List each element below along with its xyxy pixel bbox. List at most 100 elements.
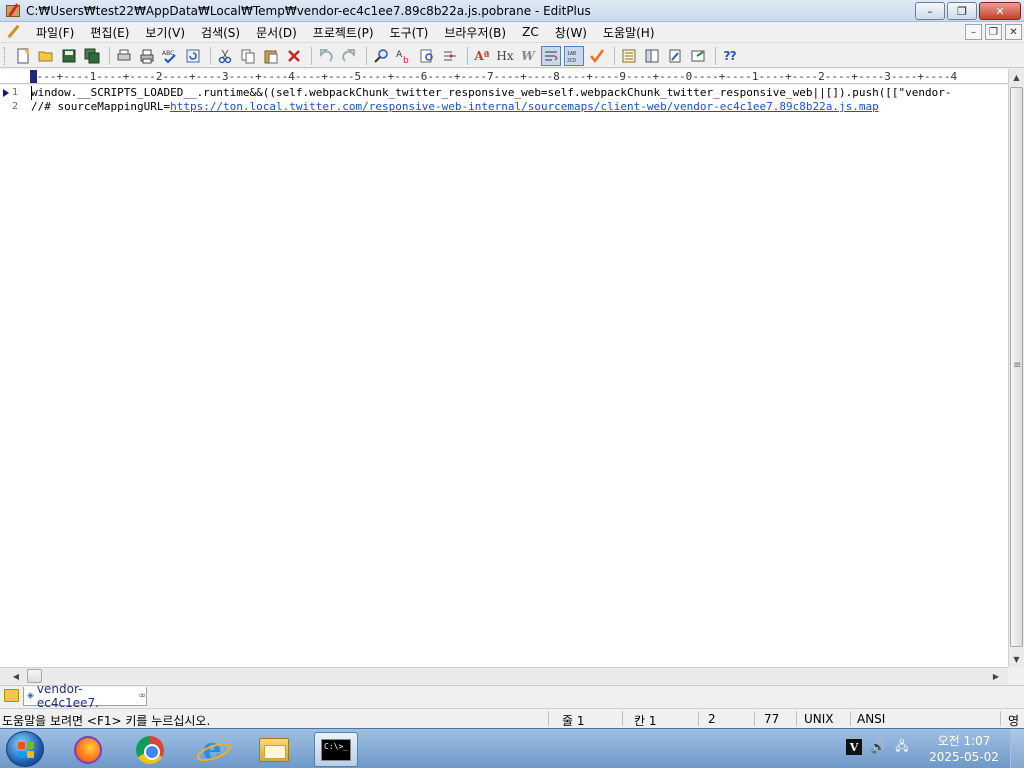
restore-button[interactable]: ❐ [947,2,977,20]
scroll-down-arrow-icon[interactable]: ▼ [1009,651,1024,667]
check-icon[interactable] [587,46,607,66]
menu-file[interactable]: 파일(F) [28,24,82,41]
taskbar-internet-explorer[interactable]: e [190,732,234,767]
save-all-icon[interactable] [82,46,102,66]
menu-document[interactable]: 문서(D) [248,24,305,41]
status-help-text: 도움말을 보려면 <F1> 키를 누르십시오. [2,714,211,728]
save-icon[interactable] [59,46,79,66]
scroll-left-arrow-icon[interactable]: ◀ [8,668,24,684]
minimize-button[interactable]: – [915,2,945,20]
status-column: 칸 1 [634,714,657,728]
status-encoding[interactable]: ANSI [857,712,885,726]
start-button[interactable] [6,731,44,767]
v3-antivirus-icon[interactable]: V [846,739,862,755]
new-file-icon[interactable] [13,46,33,66]
cliptext-icon[interactable] [665,46,685,66]
horizontal-scroll-thumb[interactable] [27,669,42,683]
scrollbar-corner [1008,667,1024,684]
scroll-right-arrow-icon[interactable]: ▶ [988,668,1004,684]
status-divider [796,711,797,726]
word-wrap-icon[interactable]: W [518,46,538,66]
find-in-files-icon[interactable] [417,46,437,66]
volume-icon[interactable]: 🔊 [870,739,886,755]
document-system-menu-icon[interactable] [6,24,22,40]
document-close-button[interactable]: ✕ [1005,24,1022,40]
print-preview-icon[interactable] [114,46,134,66]
copy-icon[interactable] [238,46,258,66]
line-wrap-icon[interactable] [541,45,561,66]
undo-icon[interactable] [316,46,336,66]
redo-icon[interactable] [339,46,359,66]
html-tag-icon[interactable]: Hx [495,46,515,66]
window-title: C:₩Users₩test22₩AppData₩Local₩Temp₩vendo… [26,3,591,18]
font-icon[interactable]: Aª [472,46,492,66]
context-help-icon[interactable]: ⁇ [720,46,740,66]
status-divider [754,711,755,726]
menu-browser[interactable]: 브라우저(B) [436,24,514,41]
menu-search[interactable]: 검색(S) [193,24,248,41]
print-icon[interactable] [137,46,157,66]
toolbar-grip[interactable] [4,46,7,65]
cut-icon[interactable] [215,46,235,66]
line-text[interactable]: //# sourceMappingURL=https://ton.local.t… [31,100,879,114]
menu-zc[interactable]: ZC [514,25,547,39]
editplus-app-icon[interactable] [4,3,20,19]
command-prompt-icon: C:\>_ [321,738,351,761]
text-editor[interactable]: 1 window.__SCRIPTS_LOADED__.runtime&&((s… [0,85,1008,667]
taskbar-clock[interactable]: 오전 1:07 2025-05-02 [926,733,1002,765]
delete-icon[interactable] [284,46,304,66]
sourcemap-url-link[interactable]: https://ton.local.twitter.com/responsive… [170,100,879,113]
line-number-gutter[interactable] [0,85,28,667]
status-line-ending[interactable]: UNIX [804,712,834,726]
vertical-scroll-thumb[interactable] [1010,87,1023,647]
folder-icon[interactable] [4,689,19,702]
toolbar-separator [366,46,367,65]
document-minimize-button[interactable]: – [965,24,982,40]
toolbar-separator [614,46,615,65]
window-controls: – ❐ ✕ [915,2,1021,20]
network-icon[interactable]: 🖧 [894,739,910,755]
menu-window[interactable]: 창(W) [547,24,595,41]
show-desktop-button[interactable] [1010,729,1024,768]
menu-view[interactable]: 보기(V) [137,24,193,41]
taskbar-chrome[interactable] [128,732,172,767]
goto-icon[interactable] [440,46,460,66]
status-divider [548,711,549,726]
line-text[interactable]: window.__SCRIPTS_LOADED__.runtime&&((sel… [31,86,952,100]
column-ruler: ----+----1----+----2----+----3----+----4… [0,69,1024,84]
editor-line[interactable]: 1 window.__SCRIPTS_LOADED__.runtime&&((s… [0,86,1008,100]
menu-tools[interactable]: 도구(T) [382,24,437,41]
status-line: 줄 1 [562,714,585,728]
status-file-size: 77 [764,712,780,726]
horizontal-scrollbar[interactable]: ◀ ▶ [0,667,1008,684]
vertical-scrollbar[interactable]: ▲ ▼ [1008,69,1024,667]
output-window-icon[interactable] [642,46,662,66]
paste-icon[interactable] [261,46,281,66]
tab-close-icon[interactable]: ∞ [139,691,147,701]
document-tab-label: vendor-ec4c1ee7. [36,682,99,710]
menu-help[interactable]: 도움말(H) [595,24,663,41]
document-restore-button[interactable]: ❐ [985,24,1002,40]
menu-edit[interactable]: 편집(E) [82,24,137,41]
editor-line[interactable]: 2 //# sourceMappingURL=https://ton.local… [0,100,1008,114]
window-list-icon[interactable] [619,46,639,66]
taskbar-firefox[interactable] [66,732,110,767]
document-tab[interactable]: ◈ vendor-ec4c1ee7. ∞ [23,682,147,710]
status-divider [850,711,851,726]
open-icon[interactable] [36,46,56,66]
scroll-up-arrow-icon[interactable]: ▲ [1009,69,1024,85]
menu-project[interactable]: 프로젝트(P) [305,24,382,41]
close-button[interactable]: ✕ [979,2,1021,20]
find-icon[interactable] [371,46,391,66]
spell-check-icon[interactable]: ABC [160,46,180,66]
taskbar-file-explorer[interactable] [252,732,296,767]
reload-icon[interactable] [183,46,203,66]
browser-icon[interactable] [688,46,708,66]
replace-icon[interactable]: Ab [394,46,414,66]
line-number: 1 [12,87,19,98]
status-ime-mode: 영 [1008,714,1020,728]
taskbar-command-prompt[interactable]: C:\>_ [314,732,358,767]
toolbar-separator [109,46,110,65]
column-icon[interactable]: 1AB 2CD [564,45,584,66]
comment-prefix: //# sourceMappingURL= [31,100,171,113]
